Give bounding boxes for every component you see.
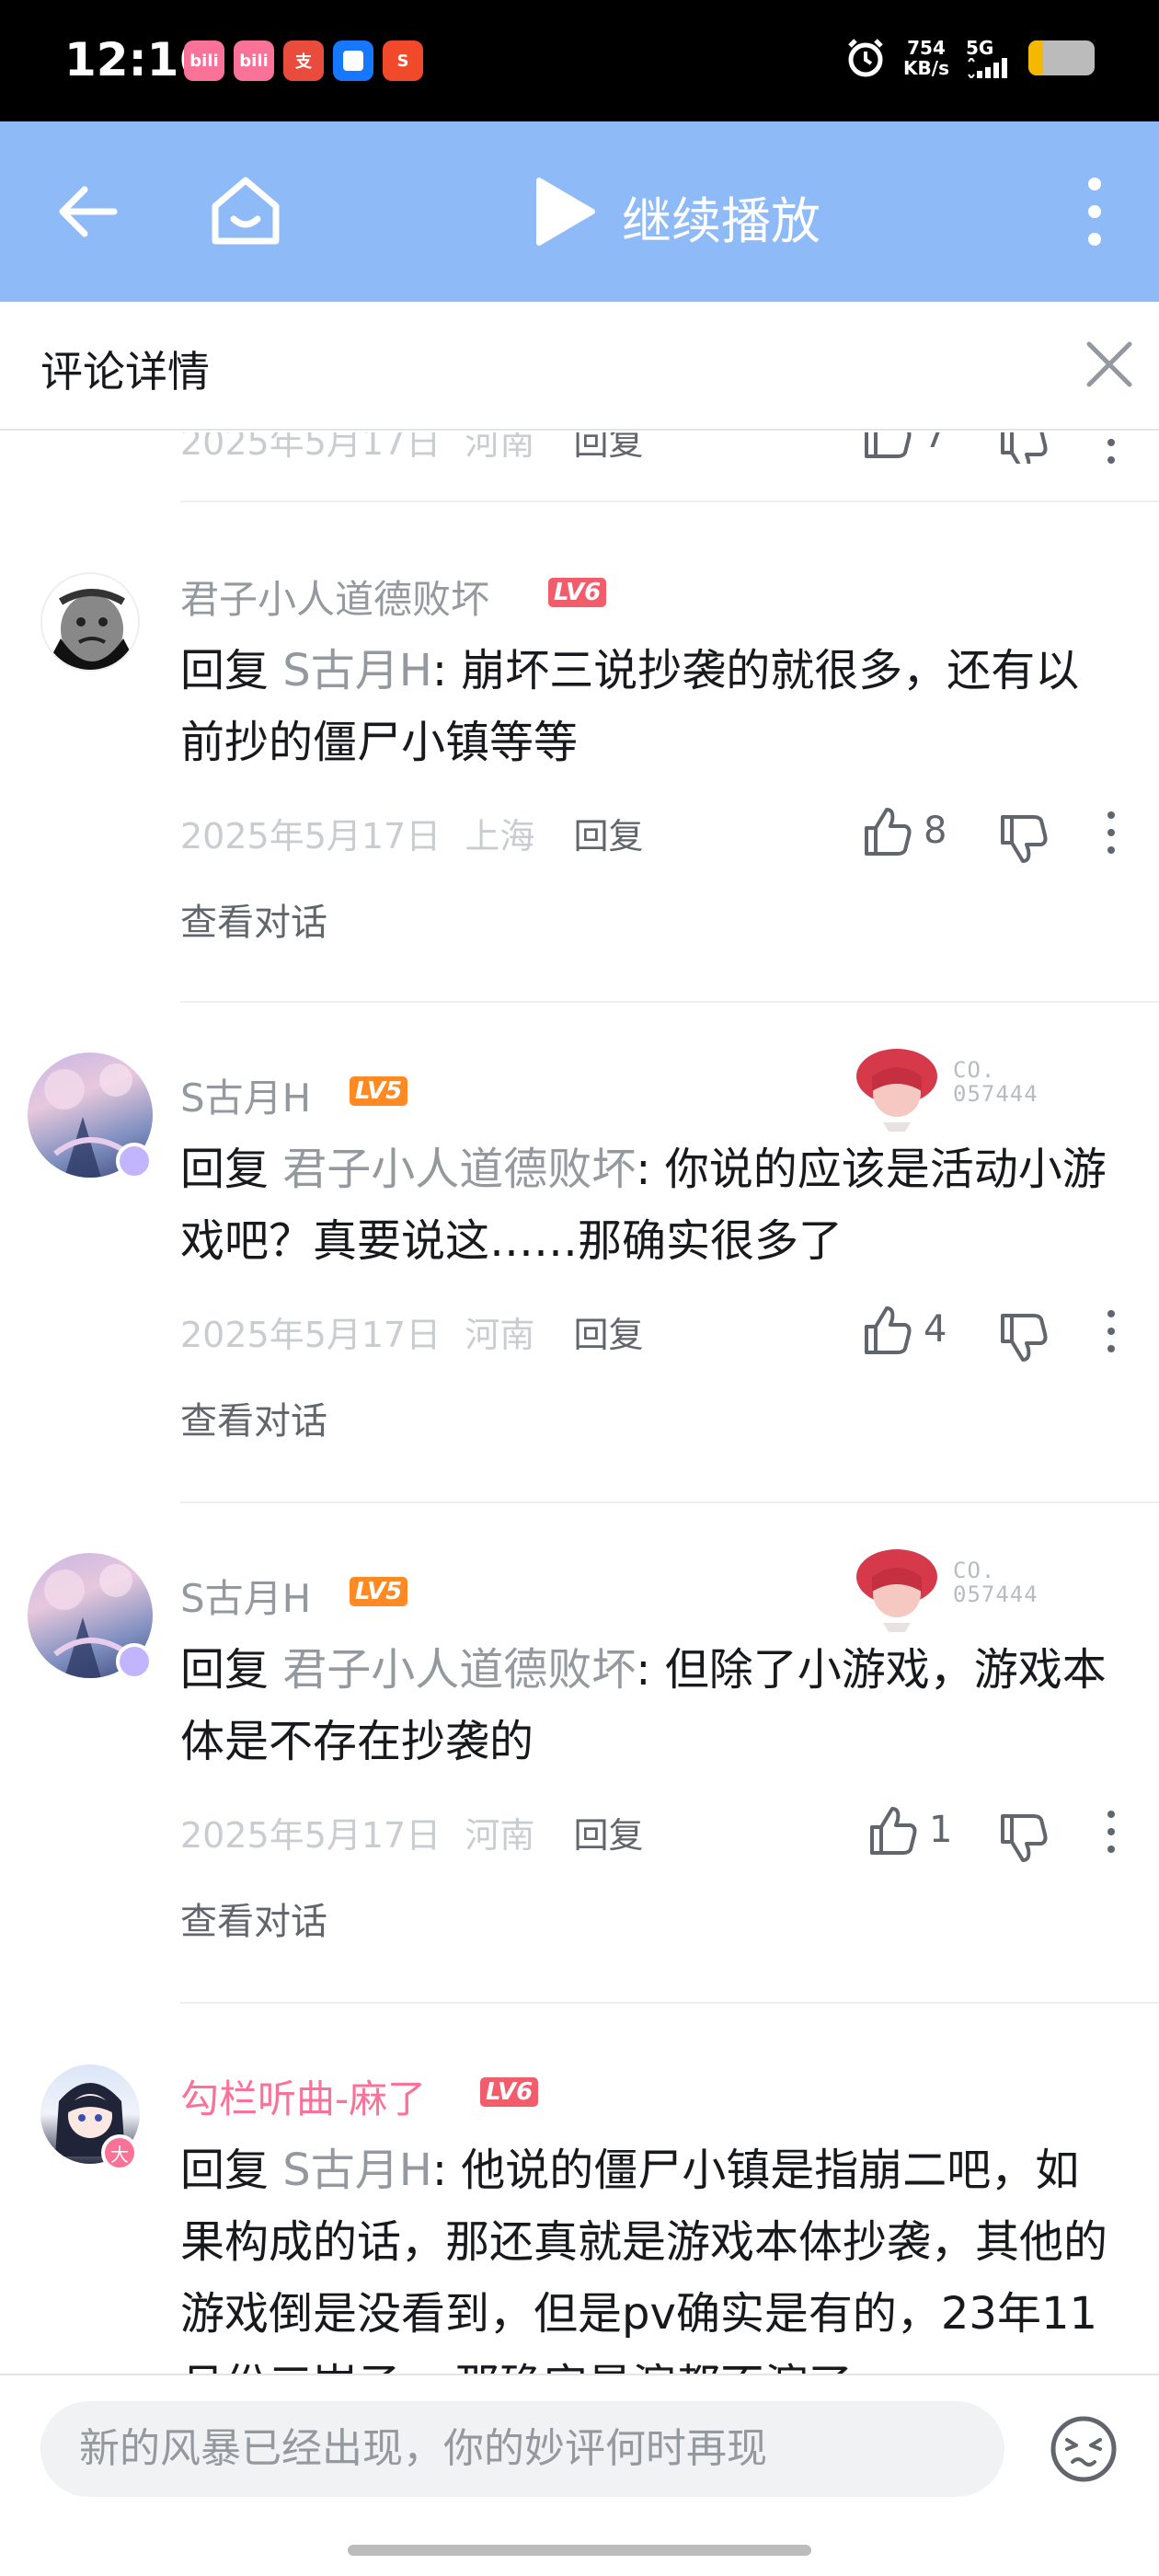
reply-prefix: 回复 bbox=[180, 645, 283, 696]
emoji-icon[interactable] bbox=[1049, 2414, 1119, 2484]
level-badge: LV5 bbox=[350, 1076, 408, 1106]
anime-girl-decoration-icon bbox=[856, 1049, 937, 1132]
comment-text: 回复 S古月H: 崩坏三说抄袭的就很多，还有以前抄的僵尸小镇等等 bbox=[180, 635, 1119, 778]
verified-badge-icon bbox=[116, 1143, 153, 1179]
dislike-icon[interactable] bbox=[995, 432, 1050, 464]
reply-button[interactable]: 回复 bbox=[573, 1815, 643, 1856]
username[interactable]: S古月H bbox=[180, 1568, 311, 1624]
meme-face-avatar-icon bbox=[42, 574, 138, 670]
verified-badge-icon bbox=[116, 1643, 153, 1680]
reply-button[interactable]: 回复 bbox=[573, 816, 643, 857]
network-speed: 754 KB/s bbox=[903, 38, 949, 78]
reply-prefix: 回复 bbox=[180, 2145, 283, 2196]
comment-location: 河南 bbox=[465, 1315, 535, 1355]
decoration-number: CO. 057444 bbox=[953, 1558, 1039, 1607]
anime-girl-decoration-icon bbox=[856, 1549, 937, 1632]
view-conversation-link[interactable]: 查看对话 bbox=[180, 1892, 327, 1945]
partial-location: 河南 bbox=[465, 432, 535, 463]
level-badge: LV6 bbox=[480, 2077, 539, 2107]
comment-meta: 2025年5月17日 河南 回复 bbox=[180, 1807, 643, 1857]
app-header: 继续播放 bbox=[0, 121, 1159, 302]
view-conversation-link[interactable]: 查看对话 bbox=[180, 892, 327, 946]
comment-input[interactable]: 新的风暴已经出现，你的妙评何时再现 bbox=[40, 2401, 1004, 2497]
view-conversation-link[interactable]: 查看对话 bbox=[180, 1391, 327, 1444]
like-count: 1 bbox=[929, 1809, 953, 1851]
speed-value: 754 bbox=[907, 37, 946, 59]
dislike-icon[interactable] bbox=[995, 811, 1050, 867]
close-icon[interactable] bbox=[1085, 340, 1133, 388]
back-arrow-icon[interactable] bbox=[55, 178, 121, 245]
like-count: 4 bbox=[924, 1308, 947, 1351]
comment-meta: 2025年5月17日 河南 回复 bbox=[180, 1306, 643, 1357]
more-icon[interactable] bbox=[1104, 1308, 1119, 1354]
like-icon[interactable] bbox=[865, 1803, 920, 1858]
page-title: 评论详情 bbox=[40, 347, 210, 397]
avatar[interactable] bbox=[40, 572, 140, 672]
alarm-icon bbox=[848, 39, 883, 77]
reply-target-link[interactable]: S古月H bbox=[282, 645, 432, 696]
comment-text: 回复 君子小人道德败坏: 你说的应该是活动小游戏吧？真要说这……那确实很多了 bbox=[180, 1133, 1119, 1277]
decoration-number: CO. 057444 bbox=[953, 1057, 1039, 1107]
status-bar: 12:16 bili bili 支 S 754 KB/s 5G bbox=[0, 0, 1159, 121]
speed-unit: KB/s bbox=[903, 57, 949, 79]
comment-meta: 2025年5月17日 上海 回复 bbox=[180, 808, 643, 858]
partial-like-count: 7 bbox=[924, 432, 947, 456]
dislike-icon[interactable] bbox=[995, 1310, 1050, 1365]
comment-location: 上海 bbox=[465, 816, 535, 857]
username[interactable]: 君子小人道德败坏 bbox=[180, 569, 489, 625]
comment-input-bar: 新的风暴已经出现，你的妙评何时再现 bbox=[0, 2374, 1159, 2576]
continue-play-button[interactable]: 继续播放 bbox=[622, 180, 820, 253]
username[interactable]: S古月H bbox=[180, 1067, 311, 1123]
dislike-icon[interactable] bbox=[995, 1811, 1050, 1866]
comment-detail-bar: 评论详情 bbox=[0, 302, 1159, 431]
home-indicator[interactable] bbox=[348, 2545, 811, 2556]
partial-reply[interactable]: 回复 bbox=[573, 432, 643, 463]
like-icon[interactable] bbox=[859, 804, 914, 859]
more-vertical-icon[interactable] bbox=[1085, 175, 1104, 248]
like-icon[interactable] bbox=[859, 1303, 914, 1358]
divider bbox=[180, 1001, 1159, 1003]
battery-icon bbox=[1028, 40, 1095, 75]
signal-icon bbox=[968, 58, 1007, 78]
more-icon[interactable] bbox=[1104, 1809, 1119, 1855]
network-type: 5G bbox=[966, 37, 994, 59]
comment-text: 回复 S古月H: 他说的僵尸小镇是指崩二吧，如果构成的话，那还真就是游戏本体抄袭… bbox=[180, 2134, 1119, 2374]
comment-location: 河南 bbox=[465, 1815, 535, 1856]
more-icon[interactable] bbox=[1104, 810, 1119, 856]
divider bbox=[180, 500, 1159, 502]
status-right: 754 KB/s 5G bbox=[844, 37, 1095, 79]
reply-prefix: 回复 bbox=[180, 1644, 283, 1696]
reply-target-link[interactable]: 君子小人道德败坏 bbox=[282, 1144, 636, 1195]
reply-prefix: 回复 bbox=[180, 1144, 283, 1195]
signal-group: 5G bbox=[966, 38, 1012, 78]
notification-icons: bili bili 支 S bbox=[184, 40, 423, 81]
play-icon[interactable] bbox=[532, 177, 596, 247]
level-badge: LV5 bbox=[350, 1577, 408, 1606]
comment-item: 大 勾栏听曲-麻了 LV6 回复 S古月H: 他说的僵尸小镇是指崩二吧，如果构成… bbox=[0, 2052, 1159, 2374]
alipay-app-icon: 支 bbox=[283, 40, 324, 81]
partial-meta: 2025年5月17日 河南 回复 bbox=[180, 432, 643, 464]
partial-previous-row: 2025年5月17日 河南 回复 7 bbox=[0, 432, 1159, 464]
home-icon[interactable] bbox=[208, 173, 283, 248]
reply-target-link[interactable]: 君子小人道德败坏 bbox=[282, 1644, 636, 1696]
divider bbox=[180, 1501, 1159, 1503]
comment-date: 2025年5月17日 bbox=[180, 1815, 442, 1856]
divider bbox=[180, 2002, 1159, 2004]
vip-badge: 大 bbox=[101, 2134, 138, 2171]
comment-date: 2025年5月17日 bbox=[180, 816, 442, 857]
reply-button[interactable]: 回复 bbox=[573, 1315, 643, 1355]
bilibili-concept-app-icon: bili bbox=[234, 40, 274, 81]
sohu-app-icon: S bbox=[383, 40, 423, 81]
bilibili-app-icon: bili bbox=[184, 40, 224, 81]
comment-text: 回复 君子小人道德败坏: 但除了小游戏，游戏本体是不存在抄袭的 bbox=[180, 1634, 1119, 1777]
username[interactable]: 勾栏听曲-麻了 bbox=[180, 2068, 426, 2124]
like-count: 8 bbox=[924, 810, 947, 852]
level-badge: LV6 bbox=[548, 578, 607, 607]
partial-date: 2025年5月17日 bbox=[180, 432, 442, 463]
reply-target-link[interactable]: S古月H bbox=[282, 2145, 432, 2196]
more-icon[interactable] bbox=[1104, 432, 1119, 464]
comment-date: 2025年5月17日 bbox=[180, 1315, 442, 1355]
blue-app-icon bbox=[333, 40, 373, 81]
like-icon[interactable] bbox=[859, 432, 914, 462]
